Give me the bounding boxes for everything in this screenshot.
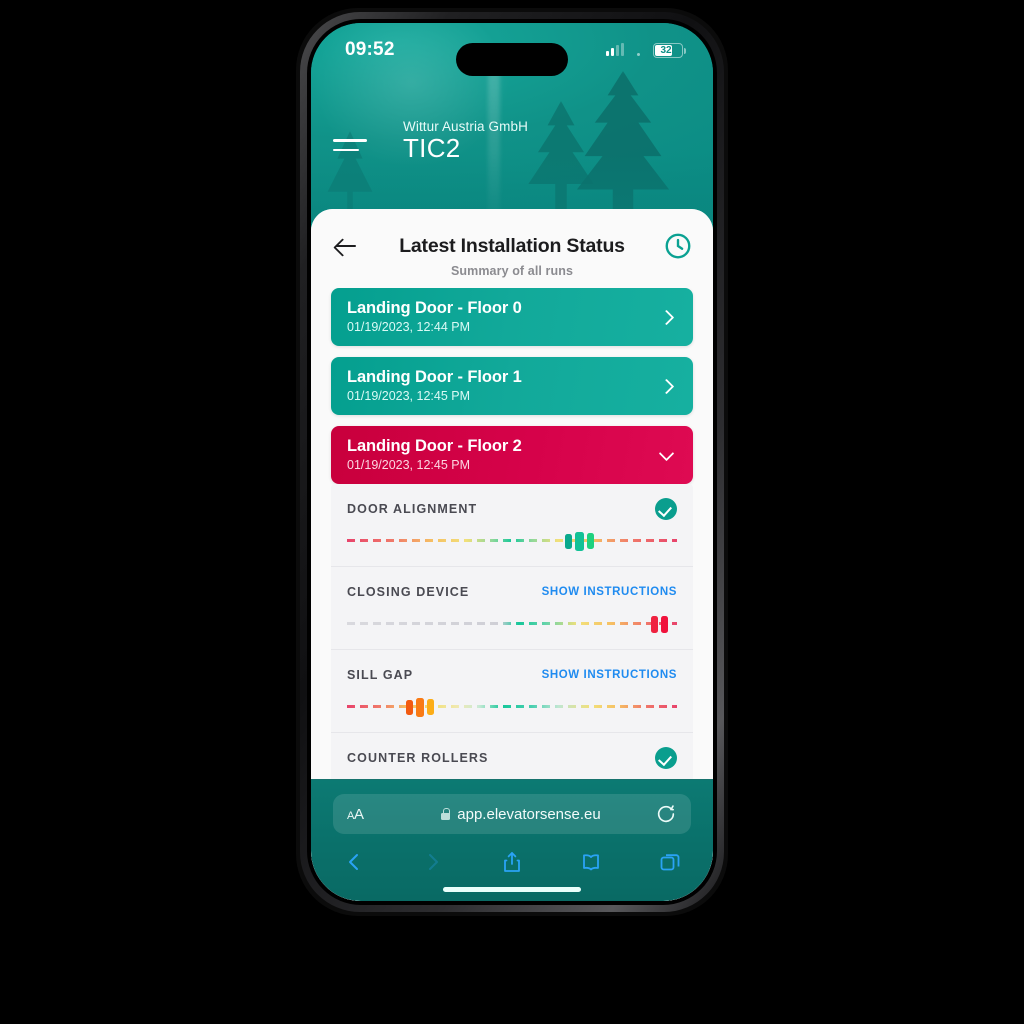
back-icon[interactable] [341, 849, 367, 875]
browser-toolbar [311, 834, 713, 880]
check-circle-icon [655, 747, 677, 769]
measurement-gauge [347, 615, 677, 633]
measurement-row-door-alignment: DOOR ALIGNMENT [331, 484, 693, 567]
measurement-header: CLOSING DEVICE SHOW INSTRUCTIONS [347, 581, 677, 603]
gauge-scale [347, 622, 677, 625]
run-card-text: Landing Door - Floor 0 01/19/2023, 12:44… [347, 299, 522, 334]
measurement-row-sill-gap: SILL GAP SHOW INSTRUCTIONS [331, 650, 693, 733]
chevron-down-icon [655, 444, 677, 466]
battery-icon: 32 [653, 42, 686, 58]
clock-icon[interactable] [663, 231, 693, 261]
gauge-markers [406, 697, 435, 717]
run-card-floor-2[interactable]: Landing Door - Floor 2 01/19/2023, 12:45… [331, 426, 693, 484]
run-card-floor-0[interactable]: Landing Door - Floor 0 01/19/2023, 12:44… [331, 288, 693, 346]
run-title: Landing Door - Floor 1 [347, 368, 522, 386]
project-name: TIC2 [403, 133, 461, 163]
cellular-signal-icon [606, 43, 624, 56]
measurement-header: DOOR ALIGNMENT [347, 498, 677, 520]
wifi-icon [631, 44, 646, 56]
bookmarks-icon[interactable] [578, 849, 604, 875]
measurement-label: SILL GAP [347, 668, 414, 682]
run-title: Landing Door - Floor 0 [347, 299, 522, 317]
chevron-right-icon [655, 306, 677, 328]
run-card-text: Landing Door - Floor 2 01/19/2023, 12:45… [347, 437, 522, 472]
run-timestamp: 01/19/2023, 12:45 PM [347, 389, 471, 403]
screenshot-stage: 09:52 32 Wittur Austria GmbH TIC2 Latest… [0, 0, 1024, 1024]
run-timestamp: 01/19/2023, 12:45 PM [347, 458, 471, 472]
phone-screen: 09:52 32 Wittur Austria GmbH TIC2 Latest… [311, 23, 713, 901]
gauge-scale [347, 539, 677, 542]
tabs-icon[interactable] [657, 849, 683, 875]
url-display: app.elevatorsense.eu [387, 806, 655, 823]
run-title: Landing Door - Floor 2 [347, 437, 522, 455]
page-title: Latest Installation Status [399, 234, 625, 257]
measurement-gauge [347, 531, 677, 551]
lock-icon [441, 808, 451, 820]
dynamic-island [456, 43, 568, 76]
page-subtitle: Summary of all runs [450, 264, 574, 278]
sheet-header: Latest Installation Status Summary of al… [311, 209, 713, 288]
app-header: Wittur Austria GmbH TIC2 [311, 119, 713, 164]
text-size-button[interactable]: AA [347, 806, 387, 823]
phone-frame: 09:52 32 Wittur Austria GmbH TIC2 Latest… [300, 12, 724, 912]
organization-name: Wittur Austria GmbH [403, 119, 528, 134]
status-bar-indicators: 32 [606, 42, 686, 58]
reload-icon[interactable] [655, 803, 677, 825]
run-card-text: Landing Door - Floor 1 01/19/2023, 12:45… [347, 368, 522, 403]
run-card-floor-1[interactable]: Landing Door - Floor 1 01/19/2023, 12:45… [331, 357, 693, 415]
measurement-label: CLOSING DEVICE [347, 585, 470, 599]
measurement-label: COUNTER ROLLERS [347, 751, 489, 765]
phone-bezel: 09:52 32 Wittur Austria GmbH TIC2 Latest… [307, 19, 717, 905]
forward-icon [420, 849, 446, 875]
show-instructions-link[interactable]: SHOW INSTRUCTIONS [542, 586, 677, 598]
measurement-header: COUNTER ROLLERS [347, 747, 677, 769]
sheet-body: Landing Door - Floor 0 01/19/2023, 12:44… [311, 288, 713, 816]
home-indicator [443, 887, 581, 892]
measurement-row-closing-device: CLOSING DEVICE SHOW INSTRUCTIONS [331, 567, 693, 650]
sheet-title-row: Latest Installation Status [331, 231, 693, 261]
measurement-label: DOOR ALIGNMENT [347, 502, 478, 516]
gauge-scale [347, 705, 677, 708]
check-circle-icon [655, 498, 677, 520]
gauge-markers [650, 615, 668, 633]
measurement-header: SILL GAP SHOW INSTRUCTIONS [347, 664, 677, 686]
chevron-right-icon [655, 375, 677, 397]
status-bar-time: 09:52 [345, 39, 395, 60]
back-arrow-icon[interactable] [331, 231, 361, 261]
show-instructions-link[interactable]: SHOW INSTRUCTIONS [542, 669, 677, 681]
measurement-gauge [347, 697, 677, 717]
gauge-markers [564, 531, 594, 551]
safari-browser-chrome: AA app.elevatorsense.eu [311, 779, 713, 901]
run-timestamp: 01/19/2023, 12:44 PM [347, 320, 471, 334]
share-icon[interactable] [499, 849, 525, 875]
hamburger-menu-icon[interactable] [333, 139, 367, 158]
measurement-list: DOOR ALIGNMENT CLOSING DEVICE SHOW INSTR… [331, 484, 693, 816]
address-bar[interactable]: AA app.elevatorsense.eu [333, 794, 691, 834]
url-text: app.elevatorsense.eu [457, 805, 601, 823]
battery-percent-label: 32 [660, 44, 672, 56]
